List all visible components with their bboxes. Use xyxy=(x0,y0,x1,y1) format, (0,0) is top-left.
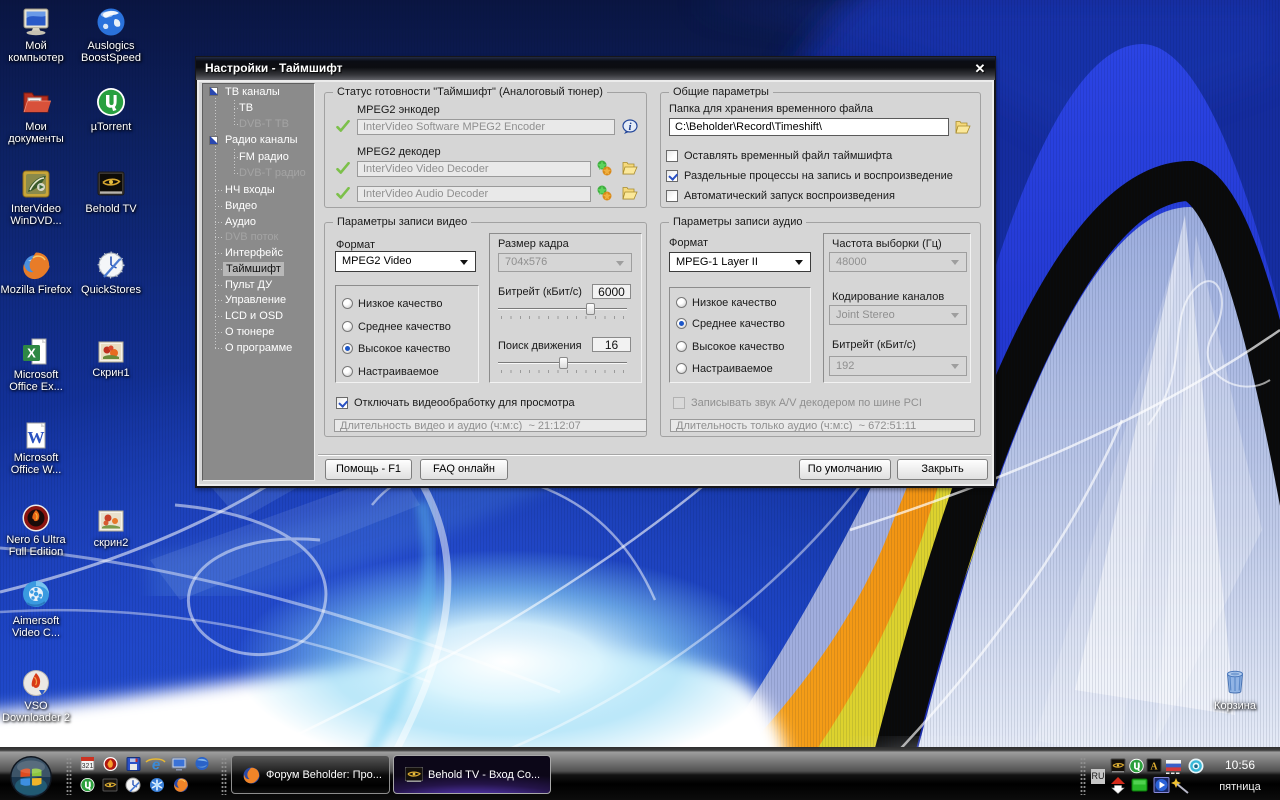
svg-text:A: A xyxy=(1150,762,1158,773)
svg-text:321: 321 xyxy=(82,763,94,770)
svg-text:X: X xyxy=(27,346,36,361)
svg-text:W: W xyxy=(28,428,45,447)
